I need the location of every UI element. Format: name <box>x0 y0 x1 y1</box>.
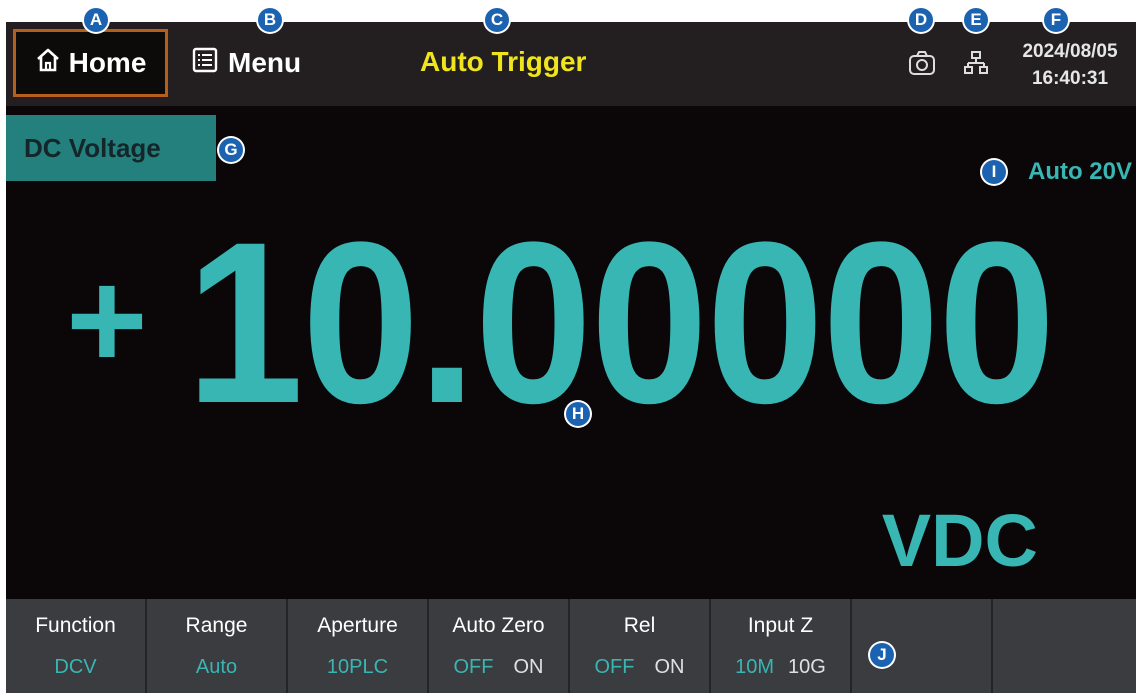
softkey-value: Auto <box>195 656 238 678</box>
time-text: 16:40:31 <box>1031 68 1109 89</box>
softkey-auto-zero[interactable]: Auto Zero OFF ON <box>429 599 570 693</box>
callout-marker-e: E <box>964 8 988 32</box>
option-10g: 10G <box>788 656 826 678</box>
option-on: ON <box>513 656 544 678</box>
home-label: Home <box>68 47 147 78</box>
callout-marker-h: H <box>566 402 590 426</box>
softkey-empty-8[interactable] <box>993 599 1136 693</box>
softkey-aperture[interactable]: Aperture 10PLC <box>288 599 429 693</box>
reading-value: 10.00000 <box>186 194 1056 451</box>
multimeter-screen: Home Menu Auto Trigger 2024/08/05 16:40:… <box>6 22 1136 693</box>
reading-sign: + <box>66 241 148 398</box>
softkey-label: Auto Zero <box>452 614 545 637</box>
softkey-value: 10PLC <box>326 656 389 678</box>
range-indicator: Auto 20V <box>1027 158 1132 185</box>
callout-marker-c: C <box>485 8 509 32</box>
softkey-rel[interactable]: Rel OFF ON <box>570 599 711 693</box>
top-bar: Home Menu Auto Trigger 2024/08/05 16:40:… <box>6 22 1136 106</box>
option-on: ON <box>654 656 685 678</box>
softkey-label: Range <box>185 614 248 637</box>
softkey-bar: Function DCV Range Auto Aperture 10PLC A… <box>6 599 1136 693</box>
date-time: 2024/08/05 16:40:31 <box>1004 38 1136 92</box>
callout-marker-b: B <box>258 8 282 32</box>
softkey-label: Function <box>35 614 116 637</box>
option-10m: 10M <box>735 656 775 678</box>
menu-label: Menu <box>228 47 302 78</box>
function-tag: DC Voltage <box>6 115 216 181</box>
callout-marker-d: D <box>909 8 933 32</box>
main-reading: + 10.00000 <box>6 192 1136 472</box>
callout-marker-j: J <box>870 643 894 667</box>
softkey-label: Rel <box>623 614 656 637</box>
softkey-value: DCV <box>54 656 97 678</box>
softkey-range[interactable]: Range Auto <box>147 599 288 693</box>
menu-button[interactable]: Menu <box>192 29 301 97</box>
option-off: OFF <box>594 656 635 678</box>
softkey-options: 10M 10G <box>735 655 826 679</box>
camera-icon[interactable] <box>908 50 936 81</box>
unit-label: VDC <box>881 499 1038 582</box>
date-text: 2024/08/05 <box>1022 41 1118 62</box>
menu-list-icon <box>192 47 218 80</box>
softkey-options: OFF ON <box>454 655 544 679</box>
softkey-label: Input Z <box>747 614 814 637</box>
softkey-label: Aperture <box>317 614 398 637</box>
trigger-mode-label[interactable]: Auto Trigger <box>420 46 586 78</box>
callout-marker-g: G <box>219 138 243 162</box>
home-icon <box>35 47 61 80</box>
callout-marker-i: I <box>982 160 1006 184</box>
home-button[interactable]: Home <box>13 29 168 97</box>
callout-marker-a: A <box>84 8 108 32</box>
softkey-options: OFF ON <box>595 655 685 679</box>
softkey-function[interactable]: Function DCV <box>6 599 147 693</box>
option-off: OFF <box>453 656 494 678</box>
callout-marker-f: F <box>1044 8 1068 32</box>
softkey-input-z[interactable]: Input Z 10M 10G <box>711 599 852 693</box>
network-icon <box>964 50 988 81</box>
